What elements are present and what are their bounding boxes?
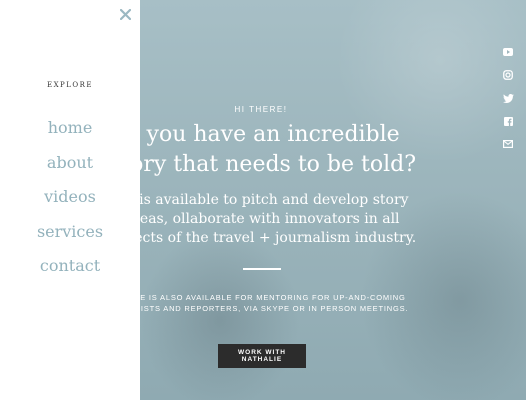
side-menu: EXPLORE home about videos services conta… [0,0,140,400]
menu-item-label: services [36,221,104,241]
menu-heading: EXPLORE [46,81,94,89]
menu-list: home about videos services contact [0,116,140,289]
menu-item-label: videos [44,187,96,206]
twitter-icon[interactable] [500,90,516,106]
hero-headline: o you have an incredible story that need… [109,122,417,177]
hero-subcopy: lie is available to pitch and develop st… [109,192,417,246]
menu-item-services[interactable]: services [0,220,140,255]
facebook-icon[interactable] [500,113,516,129]
menu-item-label: about [46,152,94,172]
menu-item-label: home [47,118,93,137]
menu-item-home[interactable]: home [0,116,140,151]
work-with-nathalie-button[interactable]: WORK WITH NATHALIE [218,344,306,368]
hero-eyebrow: HI THERE! [234,105,288,114]
menu-item-videos[interactable]: videos [0,185,140,220]
close-icon[interactable] [116,5,134,23]
youtube-icon[interactable] [500,44,516,60]
hero-divider [243,268,281,270]
menu-item-label: contact [39,256,101,275]
instagram-icon[interactable] [500,67,516,83]
menu-item-about[interactable]: about [0,151,140,186]
hero-mentoring-note: HALIE IS ALSO AVAILABLE FOR MENTORING FO… [117,293,409,313]
menu-item-contact[interactable]: contact [0,254,140,289]
email-icon[interactable] [500,136,516,152]
